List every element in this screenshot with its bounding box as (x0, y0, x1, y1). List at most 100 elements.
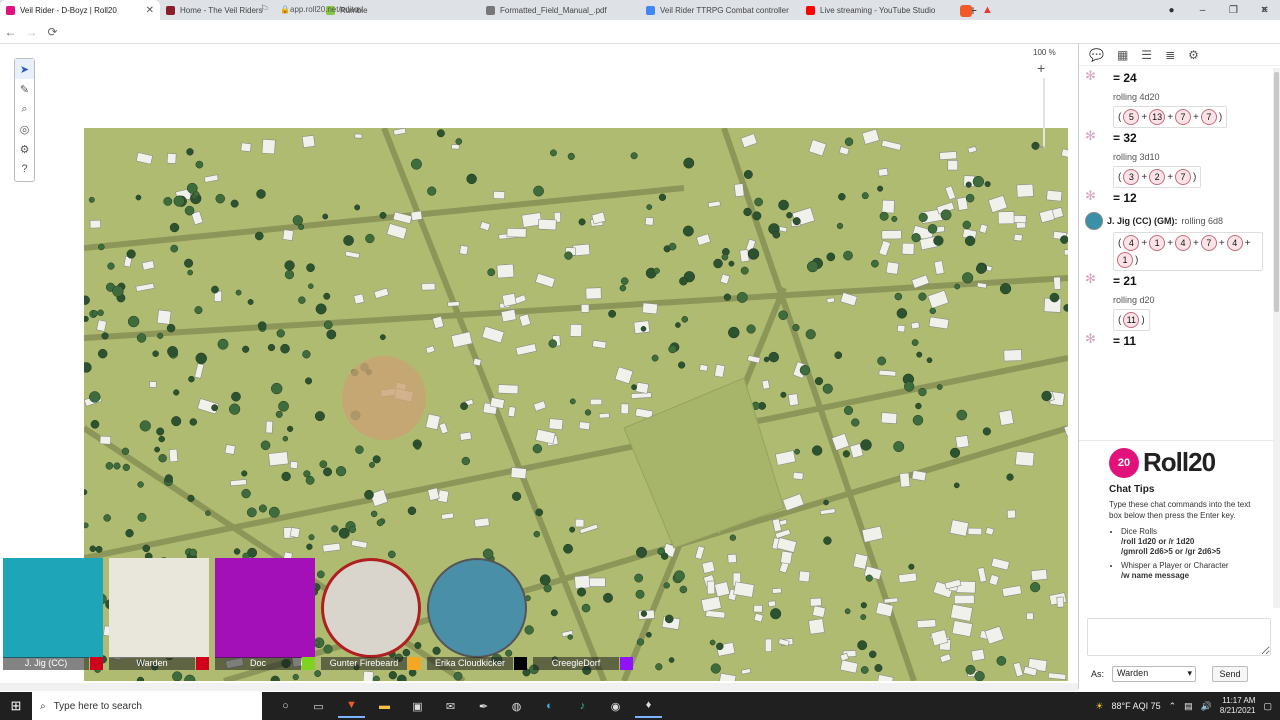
map-tree (194, 306, 203, 315)
map-building (569, 323, 583, 337)
taskbar-search[interactable]: ⌕ Type here to search (32, 692, 262, 720)
map-tree (962, 220, 972, 230)
chat-tab-icon[interactable]: 💬 (1089, 48, 1104, 62)
map-tree (271, 382, 283, 395)
map-tree (838, 193, 846, 201)
plus-sign: + (1244, 237, 1251, 249)
zoom-tool-icon[interactable]: ⌕ (15, 99, 34, 119)
minimize-icon[interactable]: – (1187, 0, 1218, 20)
map-tree (455, 138, 463, 145)
rewards-icon[interactable]: ▲ (982, 4, 993, 16)
chat-input[interactable] (1087, 618, 1271, 656)
zoom-in-icon[interactable]: + (1037, 60, 1045, 76)
player-card[interactable]: J. Jig (CC) (3, 558, 105, 676)
brave-browser-icon[interactable]: ▼ (338, 694, 365, 718)
browser-tab[interactable]: Veil Rider TTRPG Combat controller (640, 0, 800, 20)
map-tree (780, 391, 787, 398)
fog-tool-icon[interactable]: ⚙ (15, 139, 34, 159)
compendium-tab-icon[interactable]: ≣ (1165, 48, 1175, 62)
browser-tab[interactable]: Veil Rider - D-Boyz | Roll20 ✕ (0, 0, 160, 20)
edge-icon[interactable]: ◐ (536, 694, 563, 718)
url-text[interactable]: app.roll20.net/editor/ (290, 5, 363, 14)
settings-tab-icon[interactable]: ⚙ (1188, 48, 1199, 62)
map-building (301, 134, 316, 148)
map-tree (877, 356, 887, 366)
player-card[interactable]: Doc (215, 558, 317, 676)
map-building (885, 261, 900, 275)
map-building (168, 448, 179, 463)
art-tab-icon[interactable]: ▦ (1117, 48, 1128, 62)
help-icon[interactable]: ? (15, 159, 34, 179)
streaming-app-icon[interactable]: ♪ (569, 694, 596, 718)
speaking-as-select[interactable]: Warden (1112, 666, 1197, 682)
map-tree (487, 268, 496, 277)
horizontal-scrollbar[interactable] (0, 683, 1078, 691)
obs-icon[interactable]: ◉ (602, 694, 629, 718)
paren: ( (1118, 171, 1122, 183)
send-button[interactable]: Send (1212, 666, 1248, 682)
tip-label: Whisper a Player or Character (1121, 561, 1229, 570)
map-tree (578, 218, 586, 226)
clock[interactable]: 11:17 AM 8/21/2021 (1220, 696, 1256, 716)
zoom-slider[interactable] (1043, 78, 1045, 148)
pen-app-icon[interactable]: ✒ (470, 694, 497, 718)
map-tree (768, 351, 780, 363)
ping-tool-icon[interactable]: ◎ (15, 119, 34, 139)
chat-scrollbar[interactable] (1273, 68, 1280, 608)
browser-tab[interactable]: Live streaming - YouTube Studio (800, 0, 960, 20)
mail-icon[interactable]: ✉ (437, 694, 464, 718)
journal-tab-icon[interactable]: ☰ (1141, 48, 1152, 62)
restore-icon[interactable]: ❐ (1218, 0, 1249, 20)
map-building (706, 580, 716, 595)
reload-icon[interactable]: ⟳ (42, 25, 63, 39)
map-tree (1041, 390, 1052, 402)
voice-app-icon[interactable]: ♦ (635, 694, 662, 718)
bookmark-icon[interactable]: ⚐ (260, 4, 269, 15)
map-tree (953, 482, 960, 489)
map-building (1006, 509, 1016, 519)
volume-icon[interactable]: 🔊 (1201, 701, 1212, 712)
windows-start-icon[interactable]: ⊞ (0, 698, 32, 714)
map-tree (563, 543, 573, 554)
player-name: Erika Cloudkicker (427, 657, 513, 670)
map-tree (877, 185, 884, 192)
tray-chevron-icon[interactable]: ⌃ (1169, 701, 1177, 712)
player-color-swatch (514, 657, 527, 670)
speaker-avatar (1085, 212, 1103, 230)
store-icon[interactable]: ▣ (404, 694, 431, 718)
task-view-icon[interactable]: ▭ (305, 694, 332, 718)
steam-icon[interactable]: ◍ (503, 694, 530, 718)
player-card[interactable]: Erika Cloudkicker (427, 558, 529, 676)
select-tool-icon[interactable]: ➤ (15, 59, 34, 79)
map-tree (786, 212, 793, 219)
cortana-icon[interactable]: ○ (272, 694, 299, 718)
map-building (881, 199, 895, 214)
draw-tool-icon[interactable]: ✎ (15, 79, 34, 99)
zoom-out-icon[interactable]: − (1038, 140, 1045, 154)
notifications-icon[interactable]: ▢ (1263, 701, 1272, 712)
player-card[interactable]: CreegleDorf (533, 558, 635, 676)
weather-text[interactable]: 88°F AQI 75 (1111, 701, 1160, 711)
brave-shield-icon[interactable] (960, 5, 972, 17)
map-tree (664, 614, 674, 624)
map-building (970, 648, 986, 662)
speaking-as: As: Warden (1091, 666, 1197, 682)
map-building (880, 412, 898, 425)
map-tree (673, 570, 685, 582)
profile-icon[interactable]: ● (1156, 0, 1187, 20)
tab-favicon-icon (166, 5, 175, 15)
browser-tab[interactable]: Formatted_Field_Manual_.pdf (480, 0, 640, 20)
map-tree (894, 292, 903, 301)
map-tree (634, 573, 644, 583)
player-card[interactable]: Gunter Firebeard (321, 558, 423, 676)
forward-icon[interactable]: → (21, 25, 42, 39)
tab-close-icon[interactable]: ✕ (146, 5, 154, 16)
back-icon[interactable]: ← (0, 25, 21, 39)
map-tree (636, 546, 648, 558)
player-color-swatch (408, 657, 421, 670)
browser-menu-icon[interactable]: ≡ (1262, 4, 1268, 16)
file-explorer-icon[interactable]: ▬ (371, 694, 398, 718)
network-icon[interactable]: ▤ (1184, 701, 1193, 712)
player-card[interactable]: Warden (109, 558, 211, 676)
map-building (474, 517, 490, 528)
